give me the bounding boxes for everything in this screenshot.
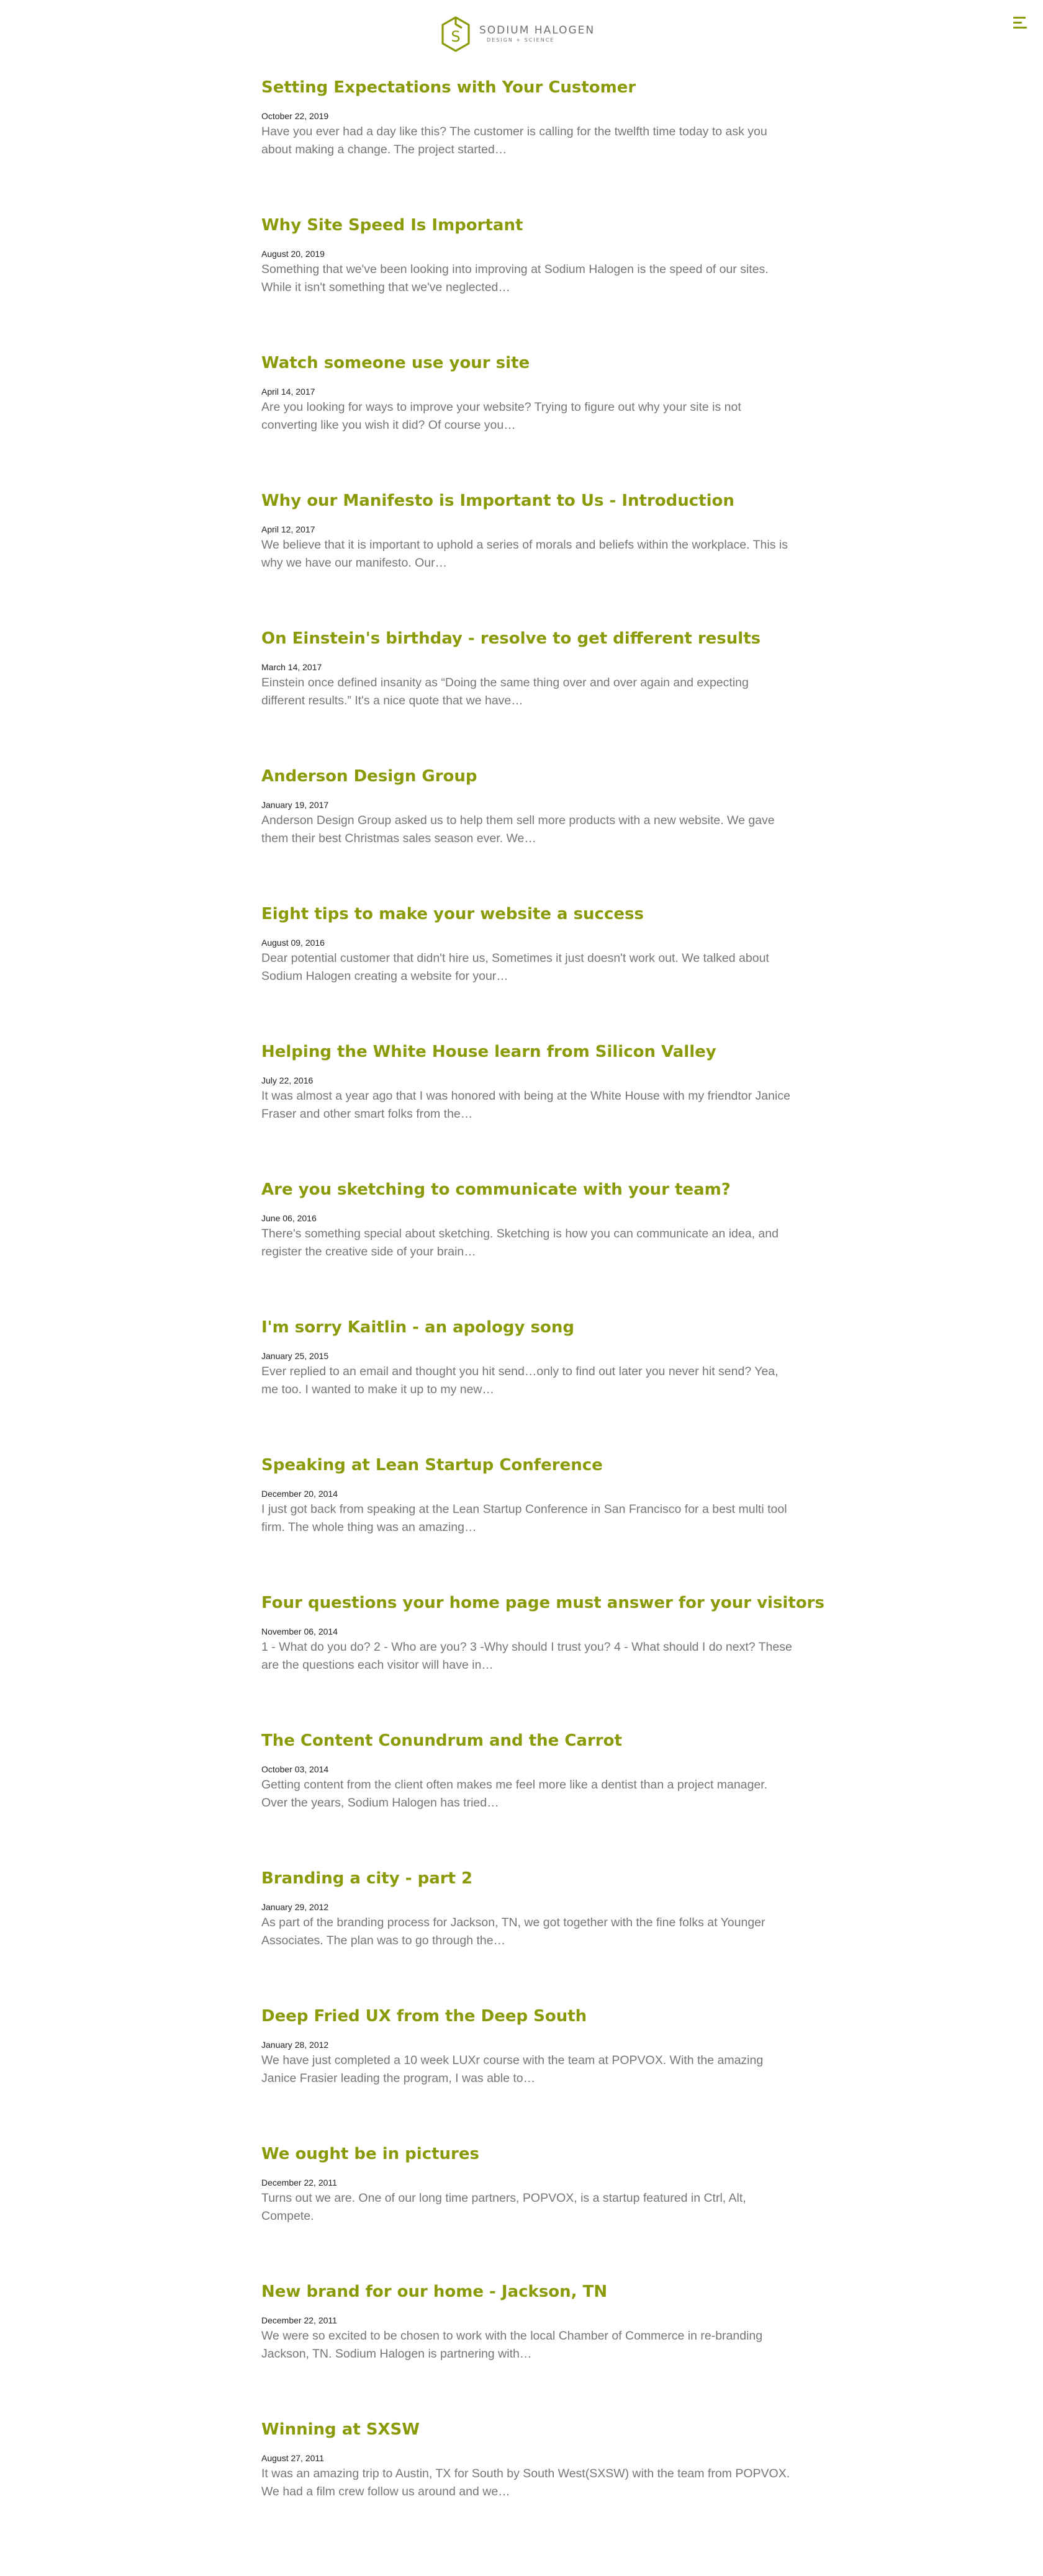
- post-date: January 28, 2012: [261, 2040, 329, 2050]
- post-excerpt: There's something special about sketchin…: [261, 1227, 779, 1259]
- post-excerpt: Anderson Design Group asked us to help t…: [261, 814, 775, 845]
- blog-post: The Content Conundrum and the Carrot Oct…: [261, 1730, 795, 1868]
- post-date: December 22, 2011: [261, 2315, 337, 2325]
- post-title-link[interactable]: Watch someone use your site: [261, 352, 795, 374]
- post-date: August 09, 2016: [261, 938, 325, 948]
- logo-tagline: DESIGN + SCIENCE: [487, 37, 555, 43]
- blog-post: Watch someone use your site April 14, 20…: [261, 352, 795, 490]
- blog-post: Winning at SXSW August 27, 2011 It was a…: [261, 2419, 795, 2557]
- blog-post: I'm sorry Kaitlin - an apology song Janu…: [261, 1317, 795, 1455]
- menu-bar-bottom: [1013, 27, 1027, 29]
- post-date: January 19, 2017: [261, 800, 329, 810]
- post-date: April 14, 2017: [261, 387, 315, 397]
- blog-post: Setting Expectations with Your Customer …: [261, 77, 795, 215]
- post-date: March 14, 2017: [261, 662, 322, 672]
- blog-post: Branding a city - part 2 January 29, 201…: [261, 1868, 795, 2006]
- post-excerpt: Einstein once defined insanity as “Doing…: [261, 676, 749, 707]
- post-excerpt: We believe that it is important to uphol…: [261, 538, 788, 570]
- post-date: October 22, 2019: [261, 111, 329, 121]
- post-date: December 22, 2011: [261, 2178, 337, 2188]
- post-date: June 06, 2016: [261, 1213, 317, 1223]
- post-title-link[interactable]: Winning at SXSW: [261, 2419, 795, 2440]
- site-logo[interactable]: S SODIUM HALOGEN DESIGN + SCIENCE: [440, 15, 601, 53]
- post-title-link[interactable]: Setting Expectations with Your Customer: [261, 77, 795, 98]
- hamburger-menu-icon[interactable]: [1012, 15, 1029, 31]
- blog-post: We ought be in pictures December 22, 201…: [261, 2143, 795, 2281]
- post-title-link[interactable]: Speaking at Lean Startup Conference: [261, 1455, 795, 1476]
- post-excerpt: 1 - What do you do? 2 - Who are you? 3 -…: [261, 1640, 792, 1672]
- post-date: October 03, 2014: [261, 1764, 329, 1774]
- post-date: April 12, 2017: [261, 524, 315, 534]
- post-title-link[interactable]: Eight tips to make your website a succes…: [261, 904, 795, 925]
- post-excerpt: I just got back from speaking at the Lea…: [261, 1502, 787, 1534]
- post-title-link[interactable]: On Einstein's birthday - resolve to get …: [261, 628, 795, 649]
- menu-bar-middle: [1013, 22, 1022, 24]
- post-date: August 27, 2011: [261, 2453, 324, 2463]
- post-excerpt: Turns out we are. One of our long time p…: [261, 2191, 746, 2223]
- post-title-link[interactable]: New brand for our home - Jackson, TN: [261, 2281, 795, 2302]
- post-excerpt: Getting content from the client often ma…: [261, 1778, 768, 1810]
- post-title-link[interactable]: Helping the White House learn from Silic…: [261, 1041, 795, 1062]
- menu-bar-top: [1013, 17, 1026, 19]
- blog-post: Four questions your home page must answe…: [261, 1592, 824, 1730]
- post-title-link[interactable]: Why our Manifesto is Important to Us - I…: [261, 490, 795, 511]
- blog-post-list: Setting Expectations with Your Customer …: [261, 77, 824, 2557]
- blog-post: On Einstein's birthday - resolve to get …: [261, 628, 795, 766]
- post-excerpt: It was almost a year ago that I was hono…: [261, 1089, 790, 1121]
- logo-wordmark: SODIUM HALOGEN DESIGN + SCIENCE: [479, 24, 595, 44]
- blog-post: Why our Manifesto is Important to Us - I…: [261, 490, 795, 628]
- post-date: January 25, 2015: [261, 1351, 329, 1361]
- post-title-link[interactable]: We ought be in pictures: [261, 2143, 795, 2165]
- post-excerpt: Something that we've been looking into i…: [261, 263, 769, 294]
- blog-post: Speaking at Lean Startup Conference Dece…: [261, 1455, 795, 1592]
- post-title-link[interactable]: Deep Fried UX from the Deep South: [261, 2006, 795, 2027]
- post-excerpt: Dear potential customer that didn't hire…: [261, 951, 769, 983]
- post-title-link[interactable]: Four questions your home page must answe…: [261, 1592, 824, 1613]
- sodium-halogen-logo-icon: S: [441, 16, 470, 52]
- post-title-link[interactable]: The Content Conundrum and the Carrot: [261, 1730, 795, 1751]
- blog-post: Why Site Speed Is Important August 20, 2…: [261, 215, 795, 352]
- blog-post: Helping the White House learn from Silic…: [261, 1041, 795, 1179]
- post-title-link[interactable]: Anderson Design Group: [261, 766, 795, 787]
- logo-name: SODIUM HALOGEN: [479, 24, 595, 37]
- post-title-link[interactable]: I'm sorry Kaitlin - an apology song: [261, 1317, 795, 1338]
- post-excerpt: Are you looking for ways to improve your…: [261, 400, 741, 432]
- blog-post: Deep Fried UX from the Deep South Januar…: [261, 2006, 795, 2143]
- post-date: December 20, 2014: [261, 1489, 338, 1499]
- post-date: January 29, 2012: [261, 1902, 329, 1912]
- site-header: S SODIUM HALOGEN DESIGN + SCIENCE: [0, 0, 1043, 60]
- post-date: November 06, 2014: [261, 1627, 338, 1636]
- logo-mark-letter: S: [451, 28, 460, 45]
- blog-post: New brand for our home - Jackson, TN Dec…: [261, 2281, 795, 2419]
- blog-post: Eight tips to make your website a succes…: [261, 904, 795, 1041]
- post-excerpt: Ever replied to an email and thought you…: [261, 1365, 779, 1396]
- post-date: July 22, 2016: [261, 1075, 314, 1085]
- post-date: August 20, 2019: [261, 249, 325, 259]
- post-excerpt: As part of the branding process for Jack…: [261, 1916, 765, 1947]
- post-title-link[interactable]: Are you sketching to communicate with yo…: [261, 1179, 795, 1200]
- post-excerpt: We have just completed a 10 week LUXr co…: [261, 2053, 764, 2085]
- post-excerpt: It was an amazing trip to Austin, TX for…: [261, 2467, 790, 2498]
- blog-post: Anderson Design Group January 19, 2017 A…: [261, 766, 795, 904]
- blog-post: Are you sketching to communicate with yo…: [261, 1179, 795, 1317]
- post-excerpt: We were so excited to be chosen to work …: [261, 2329, 763, 2361]
- post-title-link[interactable]: Why Site Speed Is Important: [261, 215, 795, 236]
- post-excerpt: Have you ever had a day like this? The c…: [261, 125, 767, 156]
- post-title-link[interactable]: Branding a city - part 2: [261, 1868, 795, 1889]
